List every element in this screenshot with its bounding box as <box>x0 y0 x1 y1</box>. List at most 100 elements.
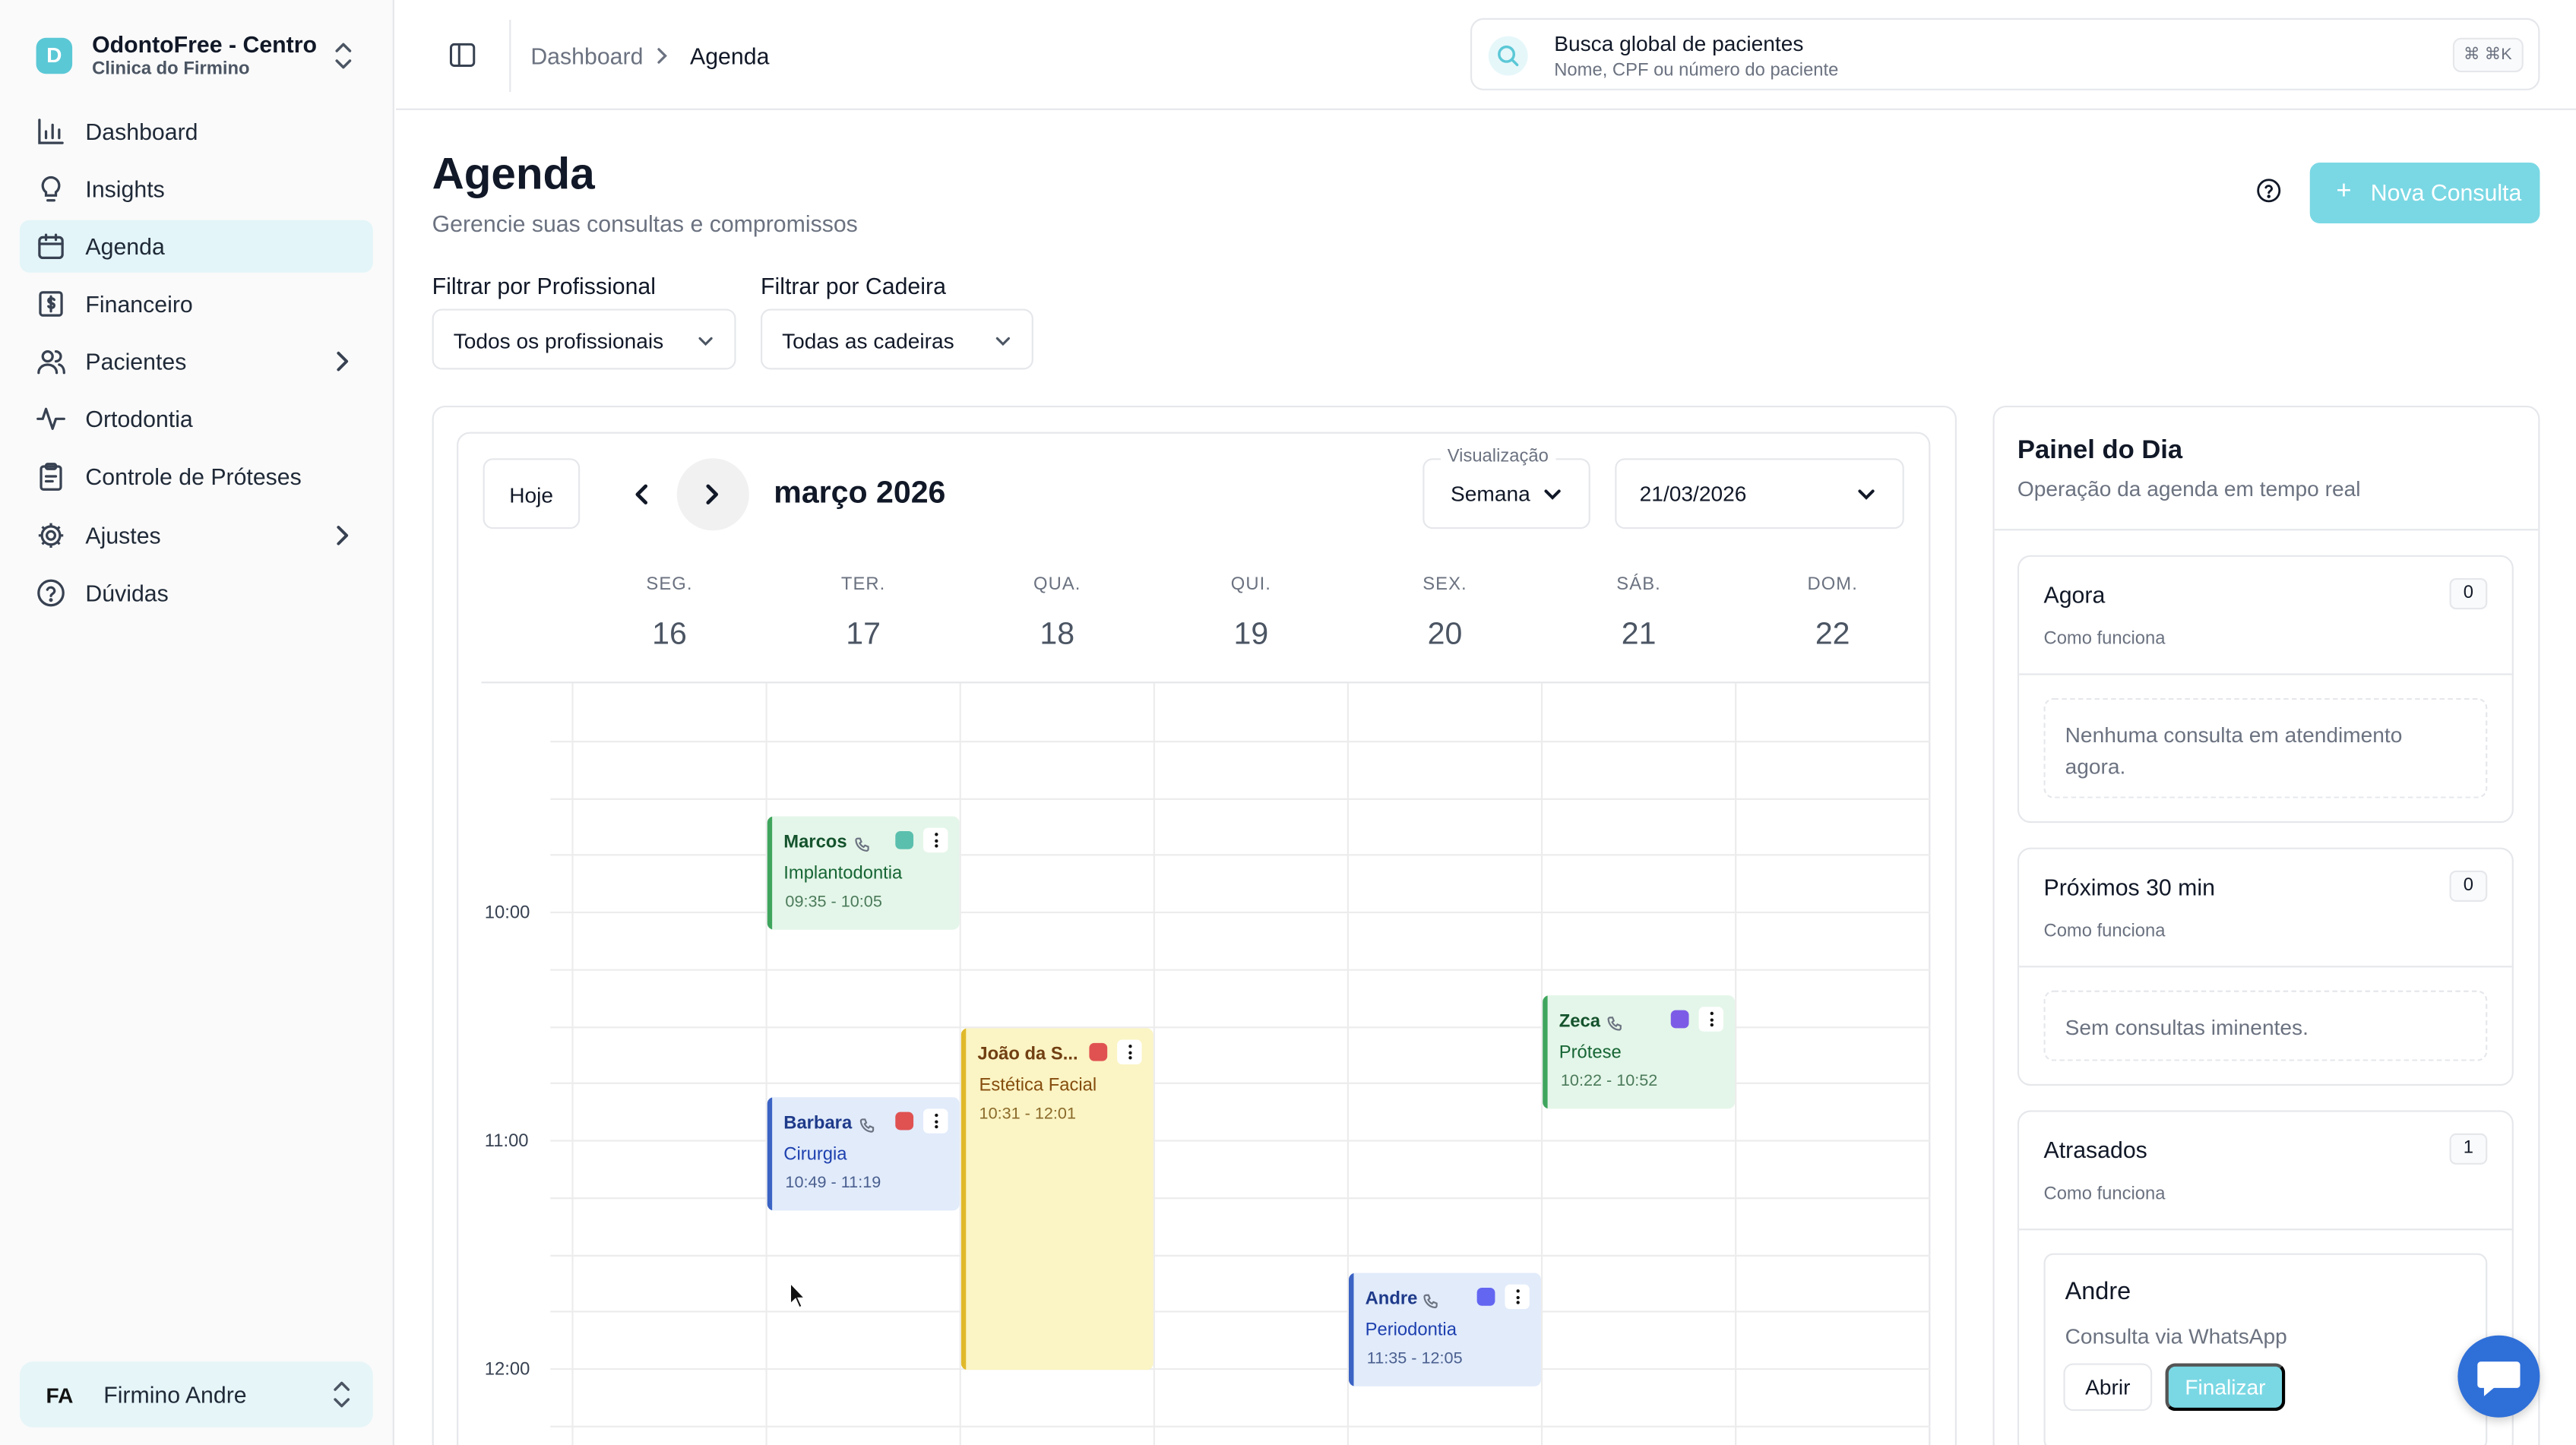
clipboard-icon <box>40 463 62 491</box>
grid-row-line <box>550 911 1931 914</box>
avatar: FA <box>46 1383 74 1408</box>
sidebar-item-insights[interactable]: Insights <box>20 163 373 215</box>
sidebar-item-dashboard[interactable]: Dashboard <box>20 105 373 157</box>
sidebar-item-ajustes[interactable]: Ajustes <box>20 509 373 561</box>
next-week-button[interactable] <box>676 458 749 531</box>
card-divider <box>2019 966 2512 968</box>
user-menu[interactable]: FA Firmino Andre <box>19 1361 373 1428</box>
day-number[interactable]: 16 <box>574 618 766 654</box>
appointment-card[interactable]: Marcos Implantodontia 09:35 - 10:05 <box>767 816 960 930</box>
day-number[interactable]: 17 <box>767 618 960 654</box>
help-circle-icon[interactable] <box>2255 177 2282 204</box>
clinic-switcher[interactable]: D OdontoFree - Centro Clinica do Firmino <box>36 30 381 86</box>
sidebar-toggle-icon[interactable] <box>448 41 476 69</box>
procedure: Implantodontia <box>783 864 903 884</box>
sidebar-item-financeiro[interactable]: Financeiro <box>20 277 373 330</box>
calendar-icon <box>38 233 64 260</box>
more-vertical-icon[interactable] <box>923 1108 948 1134</box>
card-agora: Agora 0 Como funciona Nenhuma consulta e… <box>2017 555 2514 824</box>
sidebar-item-ortodontia[interactable]: Ortodontia <box>20 393 373 445</box>
phone-icon <box>855 837 869 852</box>
phone-icon <box>859 1118 875 1133</box>
open-button[interactable]: Abrir <box>2063 1363 2153 1412</box>
day-number[interactable]: 20 <box>1349 618 1541 654</box>
day-name: DOM. <box>1807 574 1858 595</box>
chevron-right-icon <box>706 484 719 504</box>
grid-row-line <box>550 1425 1931 1428</box>
app-root: D OdontoFree - Centro Clinica do Firmino… <box>0 0 2576 1445</box>
sidebar-item-label: Insights <box>85 175 165 202</box>
status-indicator <box>1670 1010 1689 1029</box>
day-number[interactable]: 22 <box>1736 618 1929 654</box>
day-number[interactable]: 18 <box>961 618 1154 654</box>
day-number[interactable]: 19 <box>1155 618 1347 654</box>
bar-chart-icon <box>38 119 64 144</box>
how-it-works-link[interactable]: Como funciona <box>2044 629 2166 649</box>
procedure: Estética Facial <box>979 1076 1097 1096</box>
chevrons-up-down-icon <box>335 43 352 69</box>
header-divider <box>509 19 511 93</box>
search-icon <box>1488 36 1528 76</box>
more-vertical-icon[interactable] <box>1117 1039 1142 1064</box>
day-name: SEX. <box>1422 574 1467 595</box>
how-it-works-link[interactable]: Como funciona <box>2044 922 2166 941</box>
more-vertical-icon[interactable] <box>1505 1284 1530 1310</box>
today-label: Hoje <box>509 482 554 508</box>
appointment-time: 11:35 - 12:05 <box>1366 1350 1463 1368</box>
sidebar-item-duvidas[interactable]: Dúvidas <box>20 567 373 619</box>
patient-name: Andre <box>1365 1289 1418 1310</box>
sidebar-item-label: Pacientes <box>85 348 187 375</box>
empty-state: Sem consultas iminentes. <box>2043 990 2488 1061</box>
card-atrasados: Atrasados 1 Como funciona Andre Consulta… <box>2017 1110 2514 1445</box>
global-search[interactable]: Busca global de pacientes Nome, CPF ou n… <box>1470 17 2540 90</box>
appointment-card[interactable]: Barbara Cirurgia 10:49 - 11:19 <box>767 1097 960 1211</box>
sidebar-item-label: Controle de Próteses <box>85 463 302 490</box>
day-name: QUI. <box>1230 574 1271 595</box>
day-number[interactable]: 21 <box>1543 618 1735 654</box>
filter-professional-label: Filtrar por Profissional <box>432 272 656 299</box>
appointment-time: 10:31 - 12:01 <box>979 1105 1076 1124</box>
more-vertical-icon[interactable] <box>1698 1007 1723 1032</box>
new-appointment-button[interactable]: + Nova Consulta <box>2309 163 2540 224</box>
appointment-card[interactable]: Zeca Prótese 10:22 - 10:52 <box>1543 995 1736 1109</box>
finish-button[interactable]: Finalizar <box>2165 1363 2286 1412</box>
time-label: 12:00 <box>484 1360 530 1380</box>
chevron-right-icon <box>337 526 349 545</box>
chevron-right-icon <box>337 351 349 372</box>
phone-icon <box>1423 1294 1438 1309</box>
how-it-works-link[interactable]: Como funciona <box>2044 1184 2166 1204</box>
breadcrumb-dashboard[interactable]: Dashboard <box>530 43 643 69</box>
filter-chair-value: Todas as cadeiras <box>782 328 954 353</box>
more-vertical-icon[interactable] <box>923 827 948 853</box>
chat-button[interactable] <box>2457 1335 2540 1418</box>
appointment-card[interactable]: Andre Periodontia 11:35 - 12:05 <box>1349 1273 1541 1387</box>
card-divider <box>2019 1228 2512 1231</box>
filter-professional-select[interactable]: Todos os profissionais <box>432 308 736 370</box>
app-logo: D <box>36 37 73 74</box>
page-subtitle: Gerencie suas consultas e compromissos <box>432 210 858 237</box>
status-indicator <box>895 830 914 849</box>
sidebar-item-label: Financeiro <box>85 290 193 318</box>
chevron-left-icon[interactable] <box>618 471 664 517</box>
event-accent-bar <box>767 1097 773 1211</box>
today-button[interactable]: Hoje <box>483 458 581 530</box>
gear-icon <box>38 523 64 549</box>
sidebar-item-pacientes[interactable]: Pacientes <box>20 335 373 387</box>
breadcrumb-agenda: Agenda <box>690 43 770 69</box>
count-badge: 1 <box>2449 1133 2488 1165</box>
grid-row-line <box>550 741 1931 743</box>
card-divider <box>2019 673 2512 675</box>
chevron-right-icon <box>657 48 667 64</box>
grid-row-line <box>550 854 1931 856</box>
appointment-card[interactable]: João da S... Estética Facial 10:31 - 12:… <box>960 1028 1154 1371</box>
empty-state: Nenhuma consulta em atendimento agora. <box>2043 697 2488 798</box>
status-indicator <box>1089 1042 1108 1061</box>
filter-chair-select[interactable]: Todas as cadeiras <box>761 308 1033 370</box>
card-title: Próximos 30 min <box>2043 874 2215 900</box>
late-appointment: Andre Consulta via WhatsApp Abrir Finali… <box>2043 1253 2488 1445</box>
grid-divider <box>481 681 1931 684</box>
users-icon <box>37 350 65 375</box>
day-panel-subtitle: Operação da agenda em tempo real <box>2017 476 2361 501</box>
sidebar-item-controle-de-proteses[interactable]: Controle de Próteses <box>20 450 373 502</box>
sidebar-item-agenda[interactable]: Agenda <box>19 220 373 273</box>
